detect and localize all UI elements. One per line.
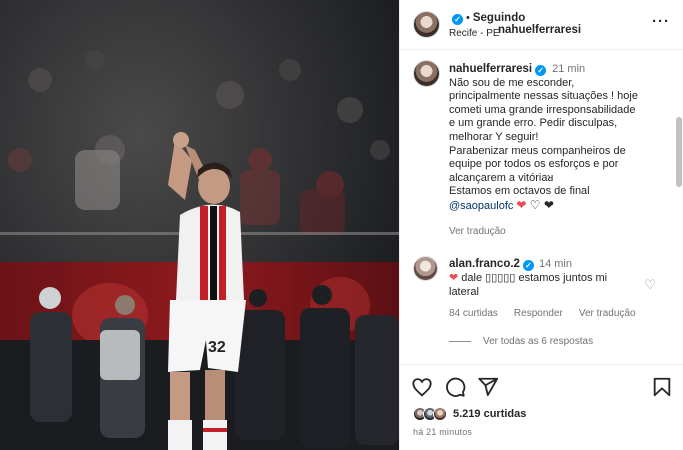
commenter-username[interactable]: alan.franco.2 (449, 258, 520, 270)
comment-time[interactable]: 14 min (539, 258, 572, 270)
caption-line: Não sou de me esconder, (449, 76, 575, 89)
svg-text:32: 32 (208, 339, 226, 356)
caption-author-avatar[interactable] (413, 60, 440, 87)
caption-line: e um grande erro. Pedir disculpas, (449, 117, 618, 130)
comment-body: dale ▯▯▯▯▯ estamos juntos mi lateral (449, 272, 608, 298)
caption-translate-link[interactable]: Ver tradução (449, 226, 506, 237)
comment-translate-link[interactable]: Ver tradução (579, 308, 636, 319)
post-actions: 5.219 curtidas há 21 minutos (400, 364, 683, 450)
likes-count[interactable]: 5.219 curtidas (453, 408, 526, 420)
verified-badge-icon: ✓ (522, 260, 534, 271)
caption-line: equipe por todos os esforços e por (449, 158, 619, 171)
view-replies-button[interactable]: Ver todas as 6 respostas (449, 336, 593, 347)
comments-scroll-area[interactable]: nahuelferraresi ✓ 21 min Não sou de me esc… (400, 51, 683, 363)
heart-emojis: ❤ ♡ ❤ (516, 197, 554, 212)
separator-dot: • (466, 12, 470, 24)
comment-meta: 84 curtidas Responder Ver tradução (449, 308, 636, 319)
caption-username[interactable]: nahuelferraresi (449, 63, 532, 75)
following-button[interactable]: Seguindo (473, 12, 525, 24)
more-options-icon[interactable]: ··· (652, 13, 670, 30)
heart-emoji: ❤ (449, 272, 459, 284)
scrollbar-thumb[interactable] (676, 117, 682, 187)
replies-divider (449, 340, 471, 342)
comment-like-heart-icon[interactable]: ♡ (644, 277, 656, 293)
stadium-player-photo: 32 (0, 0, 399, 450)
post-timestamp[interactable]: há 21 minutos (413, 427, 472, 437)
location-link[interactable]: Recife - PE (449, 28, 500, 39)
liker-avatar (433, 407, 447, 421)
heart-icon[interactable] (411, 376, 433, 398)
author-username[interactable]: nahuelferraresi (498, 24, 581, 36)
caption-line: Parabenizar meus companheiros de (449, 144, 626, 157)
comment-likes-count[interactable]: 84 curtidas (449, 308, 498, 319)
mention-link[interactable]: @saopaulofc (449, 200, 513, 212)
share-icon[interactable] (477, 376, 499, 398)
post-photo[interactable]: 32 (0, 0, 399, 450)
comment-icon[interactable] (444, 376, 466, 398)
author-avatar[interactable] (413, 11, 440, 38)
caption-time[interactable]: 21 min (552, 63, 585, 75)
bookmark-icon[interactable] (651, 376, 673, 398)
verified-badge-icon: ✓ (452, 14, 463, 25)
caption-line: melhorar Y seguir! (449, 130, 539, 143)
author-line: nahuelferraresi ✓ • Seguindo (449, 12, 581, 36)
verified-badge-icon: ✓ (535, 65, 547, 76)
caption-line: cometi uma grande irresponsabilidade (449, 103, 636, 116)
caption-line: principalmente nessas situações ! hoje (449, 90, 638, 103)
caption-line: Estamos em octavos de final (449, 185, 590, 198)
comment-text: alan.franco.2 ✓ 14 min ❤ dale ▯▯▯▯▯ estamo… (449, 257, 639, 299)
likes-row[interactable]: 5.219 curtidas (413, 407, 526, 421)
instagram-post-viewer: 32 nahuelferraresi ✓ • Seguindo Recife - PE… (0, 0, 683, 450)
commenter-avatar[interactable] (413, 256, 438, 281)
post-header: nahuelferraresi ✓ • Seguindo Recife - PE ··… (400, 0, 683, 50)
reply-button[interactable]: Responder (514, 308, 563, 319)
caption-text: nahuelferraresi ✓ 21 min Não sou de me esc… (449, 63, 671, 214)
caption-line: alcançarem a vitóriaᴚ (449, 171, 554, 184)
post-sidebar: nahuelferraresi ✓ • Seguindo Recife - PE ··… (399, 0, 683, 450)
view-replies-label: Ver todas as 6 respostas (483, 336, 594, 347)
